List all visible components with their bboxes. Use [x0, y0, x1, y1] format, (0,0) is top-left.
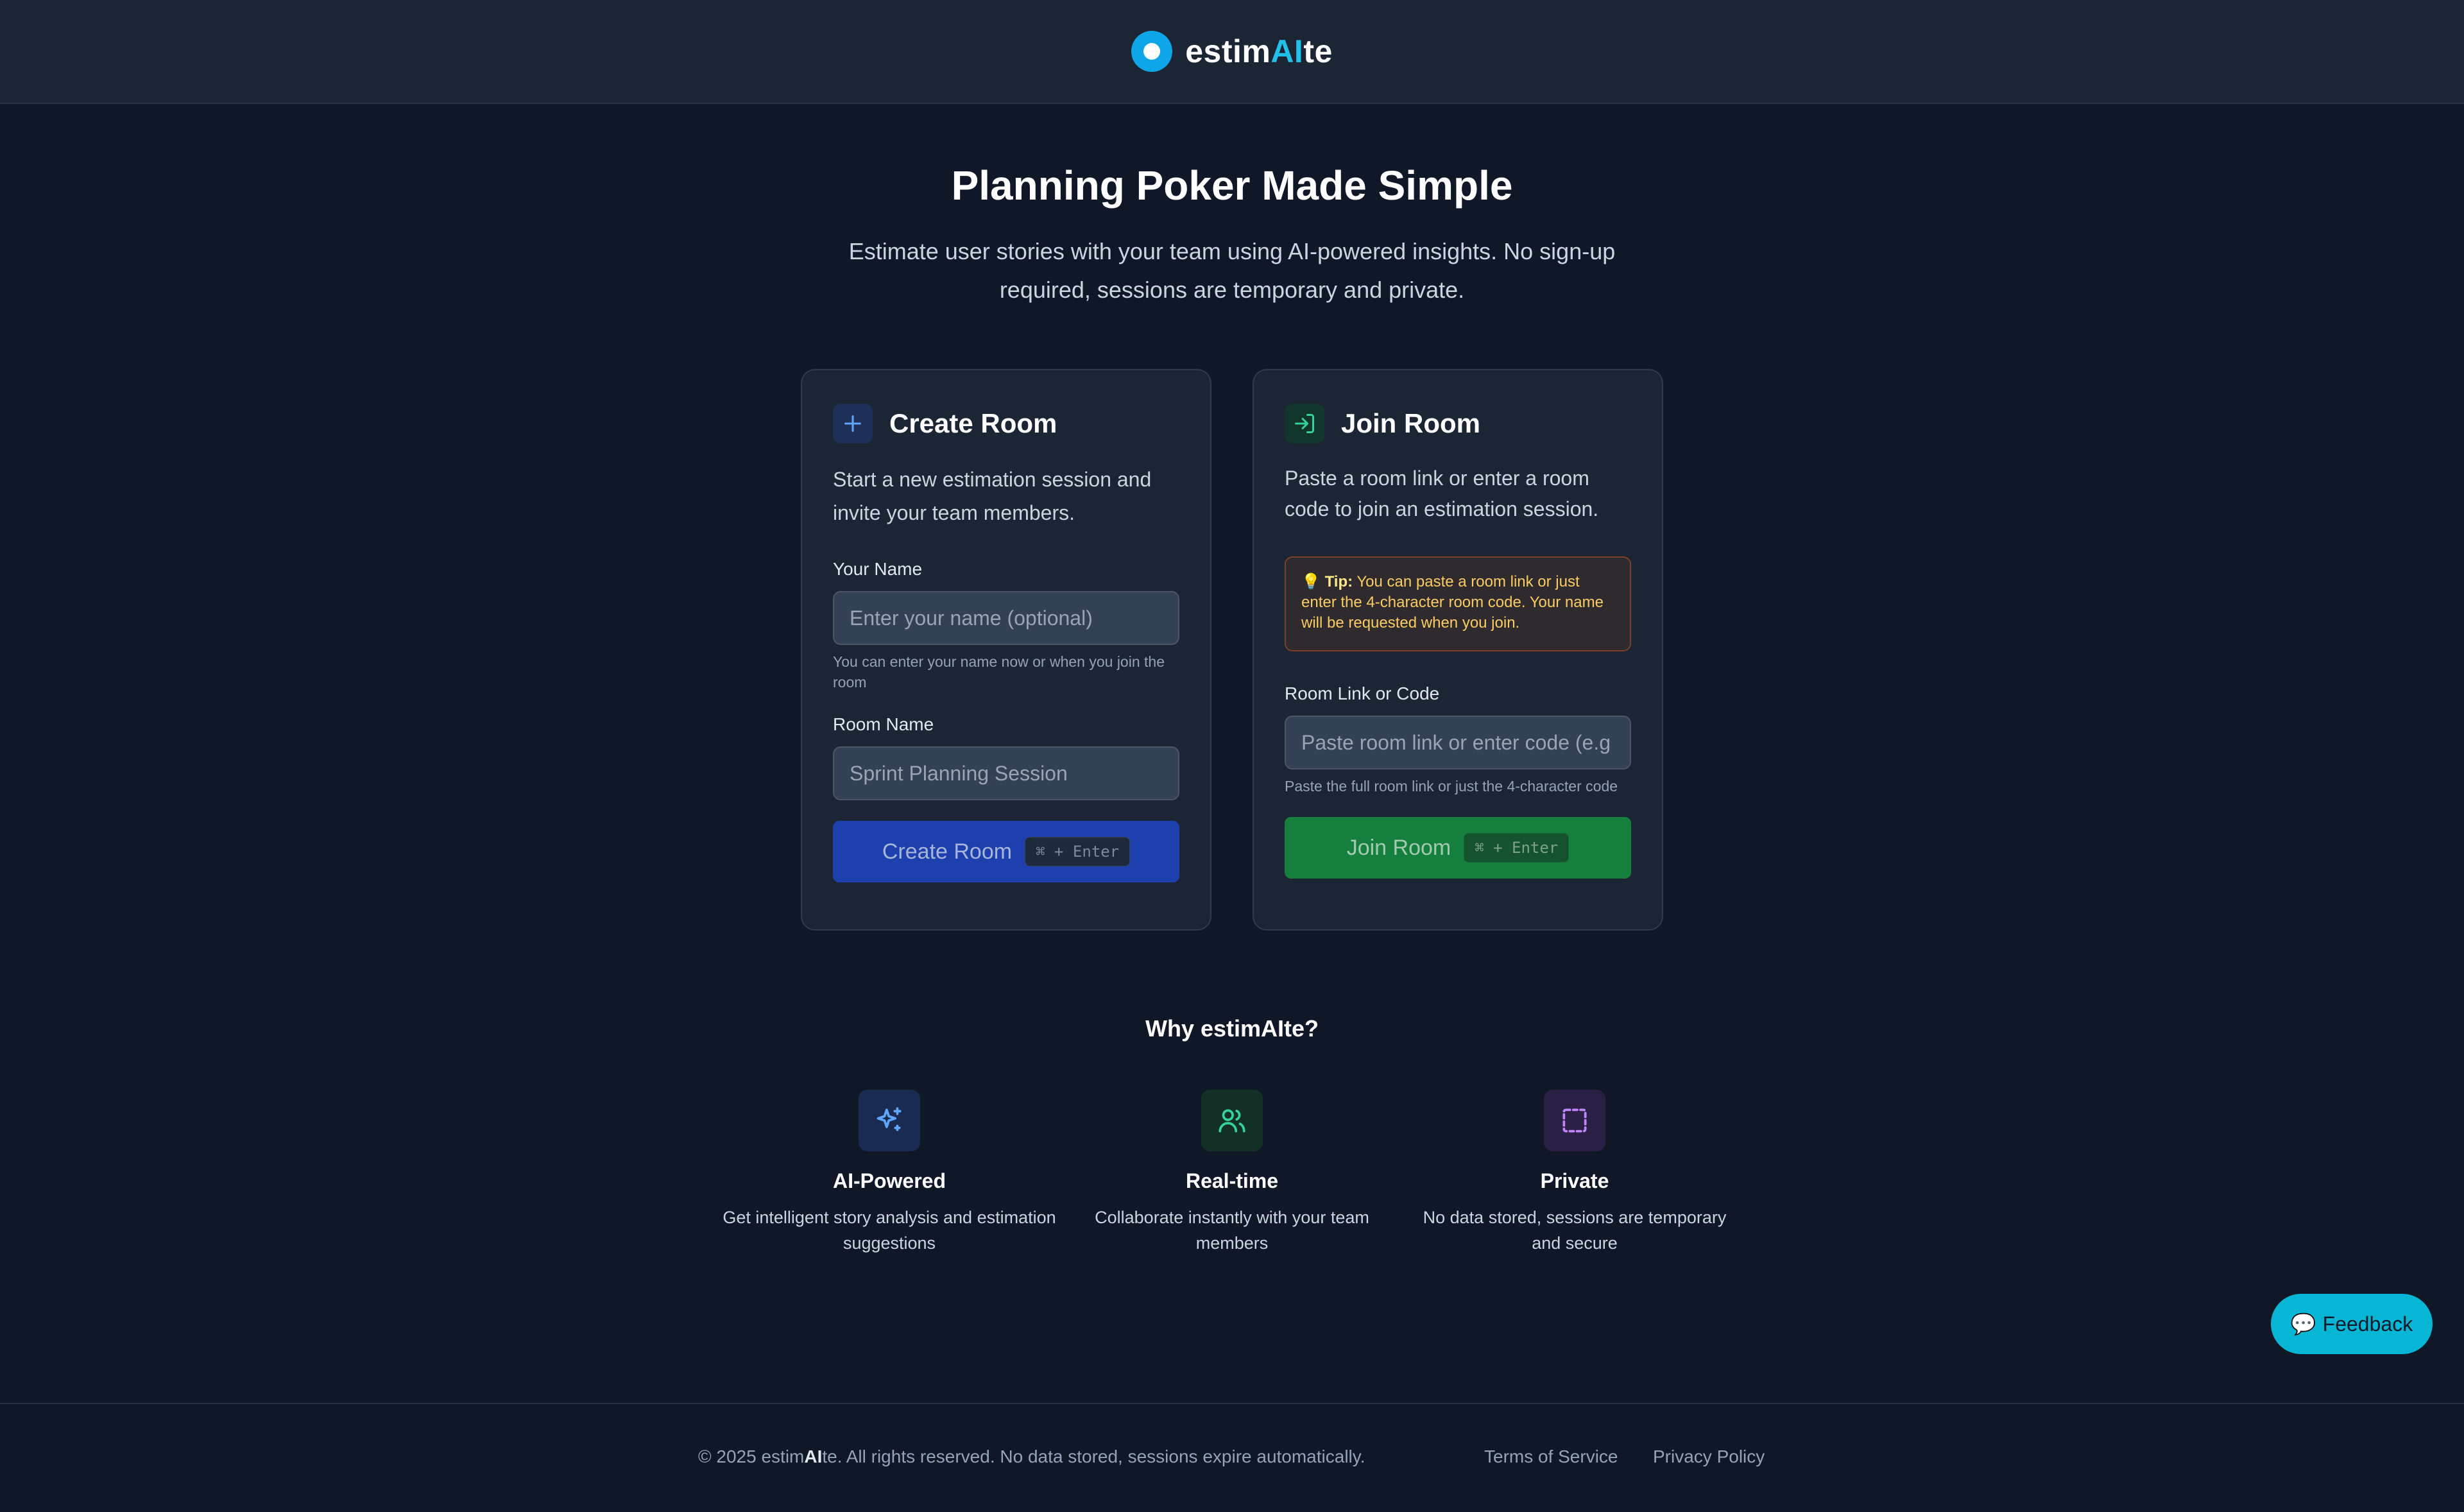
feedback-label: Feedback: [2322, 1312, 2413, 1336]
feedback-button[interactable]: 💬 Feedback: [2271, 1294, 2433, 1354]
create-room-header: Create Room: [833, 402, 1179, 445]
page: estimAIte Planning Poker Made Simple Est…: [0, 0, 2464, 1512]
join-room-card: Join Room Paste a room link or enter a r…: [1253, 369, 1663, 931]
brand-name: estimAIte: [1185, 33, 1333, 70]
feature-title: AI-Powered: [832, 1169, 946, 1192]
copyright-prefix: © 2025 estim: [698, 1447, 805, 1466]
your-name-field: Your Name You can enter your name now or…: [833, 559, 1179, 692]
create-room-button-label: Create Room: [882, 839, 1013, 864]
keyboard-shortcut-badge: ⌘ + Enter: [1025, 837, 1131, 866]
room-code-label: Room Link or Code: [1285, 683, 1440, 703]
copyright-brand-accent: AI: [804, 1447, 823, 1466]
feature-description: No data stored, sessions are temporary a…: [1423, 1208, 1727, 1253]
sparkles-icon: [859, 1090, 920, 1151]
dashed-square-icon: [1544, 1090, 1605, 1151]
room-name-input[interactable]: [833, 746, 1179, 800]
terms-of-service-link[interactable]: Terms of Service: [1484, 1447, 1618, 1467]
feature-real-time: Real-time Collaborate instantly with you…: [1065, 1090, 1399, 1256]
page-title: Planning Poker Made Simple: [951, 162, 1513, 209]
feature-title: Private: [1540, 1169, 1609, 1192]
footer-copyright: © 2025 estimAIte. All rights reserved. N…: [698, 1447, 1365, 1467]
feature-description: Get intelligent story analysis and estim…: [723, 1208, 1056, 1253]
create-room-description: Start a new estimation session and invit…: [833, 468, 1152, 524]
brand-logo[interactable]: estimAIte: [1131, 31, 1333, 72]
speech-bubble-icon: 💬: [2290, 1312, 2316, 1336]
join-room-title: Join Room: [1341, 408, 1480, 438]
tip-label: Tip:: [1324, 573, 1353, 590]
join-room-header: Join Room: [1285, 402, 1631, 445]
join-room-description: Paste a room link or enter a room code t…: [1285, 467, 1599, 520]
your-name-hint: You can enter your name now or when you …: [833, 653, 1165, 691]
room-code-field: Room Link or Code Paste the full room li…: [1285, 683, 1631, 796]
brand-prefix: estim: [1185, 33, 1271, 69]
feature-title: Real-time: [1185, 1169, 1279, 1192]
plus-icon: [833, 404, 873, 443]
room-name-field: Room Name: [833, 714, 1179, 800]
room-code-input[interactable]: [1285, 716, 1631, 769]
logo-dot: [1143, 43, 1161, 60]
privacy-policy-link[interactable]: Privacy Policy: [1653, 1447, 1765, 1467]
logo-circle-icon: [1131, 31, 1173, 72]
room-name-label: Room Name: [833, 714, 934, 734]
enter-icon: [1285, 404, 1324, 443]
top-bar: estimAIte: [0, 0, 2464, 104]
users-icon: [1201, 1090, 1263, 1151]
tip-box: 💡 Tip: You can paste a room link or just…: [1285, 556, 1631, 651]
page-subtitle: Estimate user stories with your team usi…: [848, 238, 1616, 303]
feature-ai-powered: AI-Powered Get intelligent story analysi…: [723, 1090, 1056, 1256]
feature-description: Collaborate instantly with your team mem…: [1095, 1208, 1369, 1253]
brand-suffix: te: [1303, 33, 1333, 69]
keyboard-shortcut-badge: ⌘ + Enter: [1464, 833, 1570, 863]
why-section-title: Why estimAIte?: [1145, 1015, 1319, 1042]
lightbulb-icon: 💡: [1301, 573, 1321, 590]
create-room-button[interactable]: Create Room ⌘ + Enter: [833, 821, 1179, 882]
brand-accent: AI: [1270, 33, 1304, 69]
join-room-button-label: Join Room: [1346, 835, 1451, 860]
room-code-hint: Paste the full room link or just the 4-c…: [1285, 778, 1618, 795]
create-room-card: Create Room Start a new estimation sessi…: [801, 369, 1211, 931]
your-name-label: Your Name: [833, 559, 923, 579]
your-name-input[interactable]: [833, 591, 1179, 645]
footer: © 2025 estimAIte. All rights reserved. N…: [0, 1403, 2464, 1512]
copyright-suffix: te. All rights reserved. No data stored,…: [822, 1447, 1365, 1466]
create-room-title: Create Room: [889, 408, 1057, 438]
feature-private: Private No data stored, sessions are tem…: [1408, 1090, 1741, 1256]
join-room-button[interactable]: Join Room ⌘ + Enter: [1285, 817, 1631, 879]
